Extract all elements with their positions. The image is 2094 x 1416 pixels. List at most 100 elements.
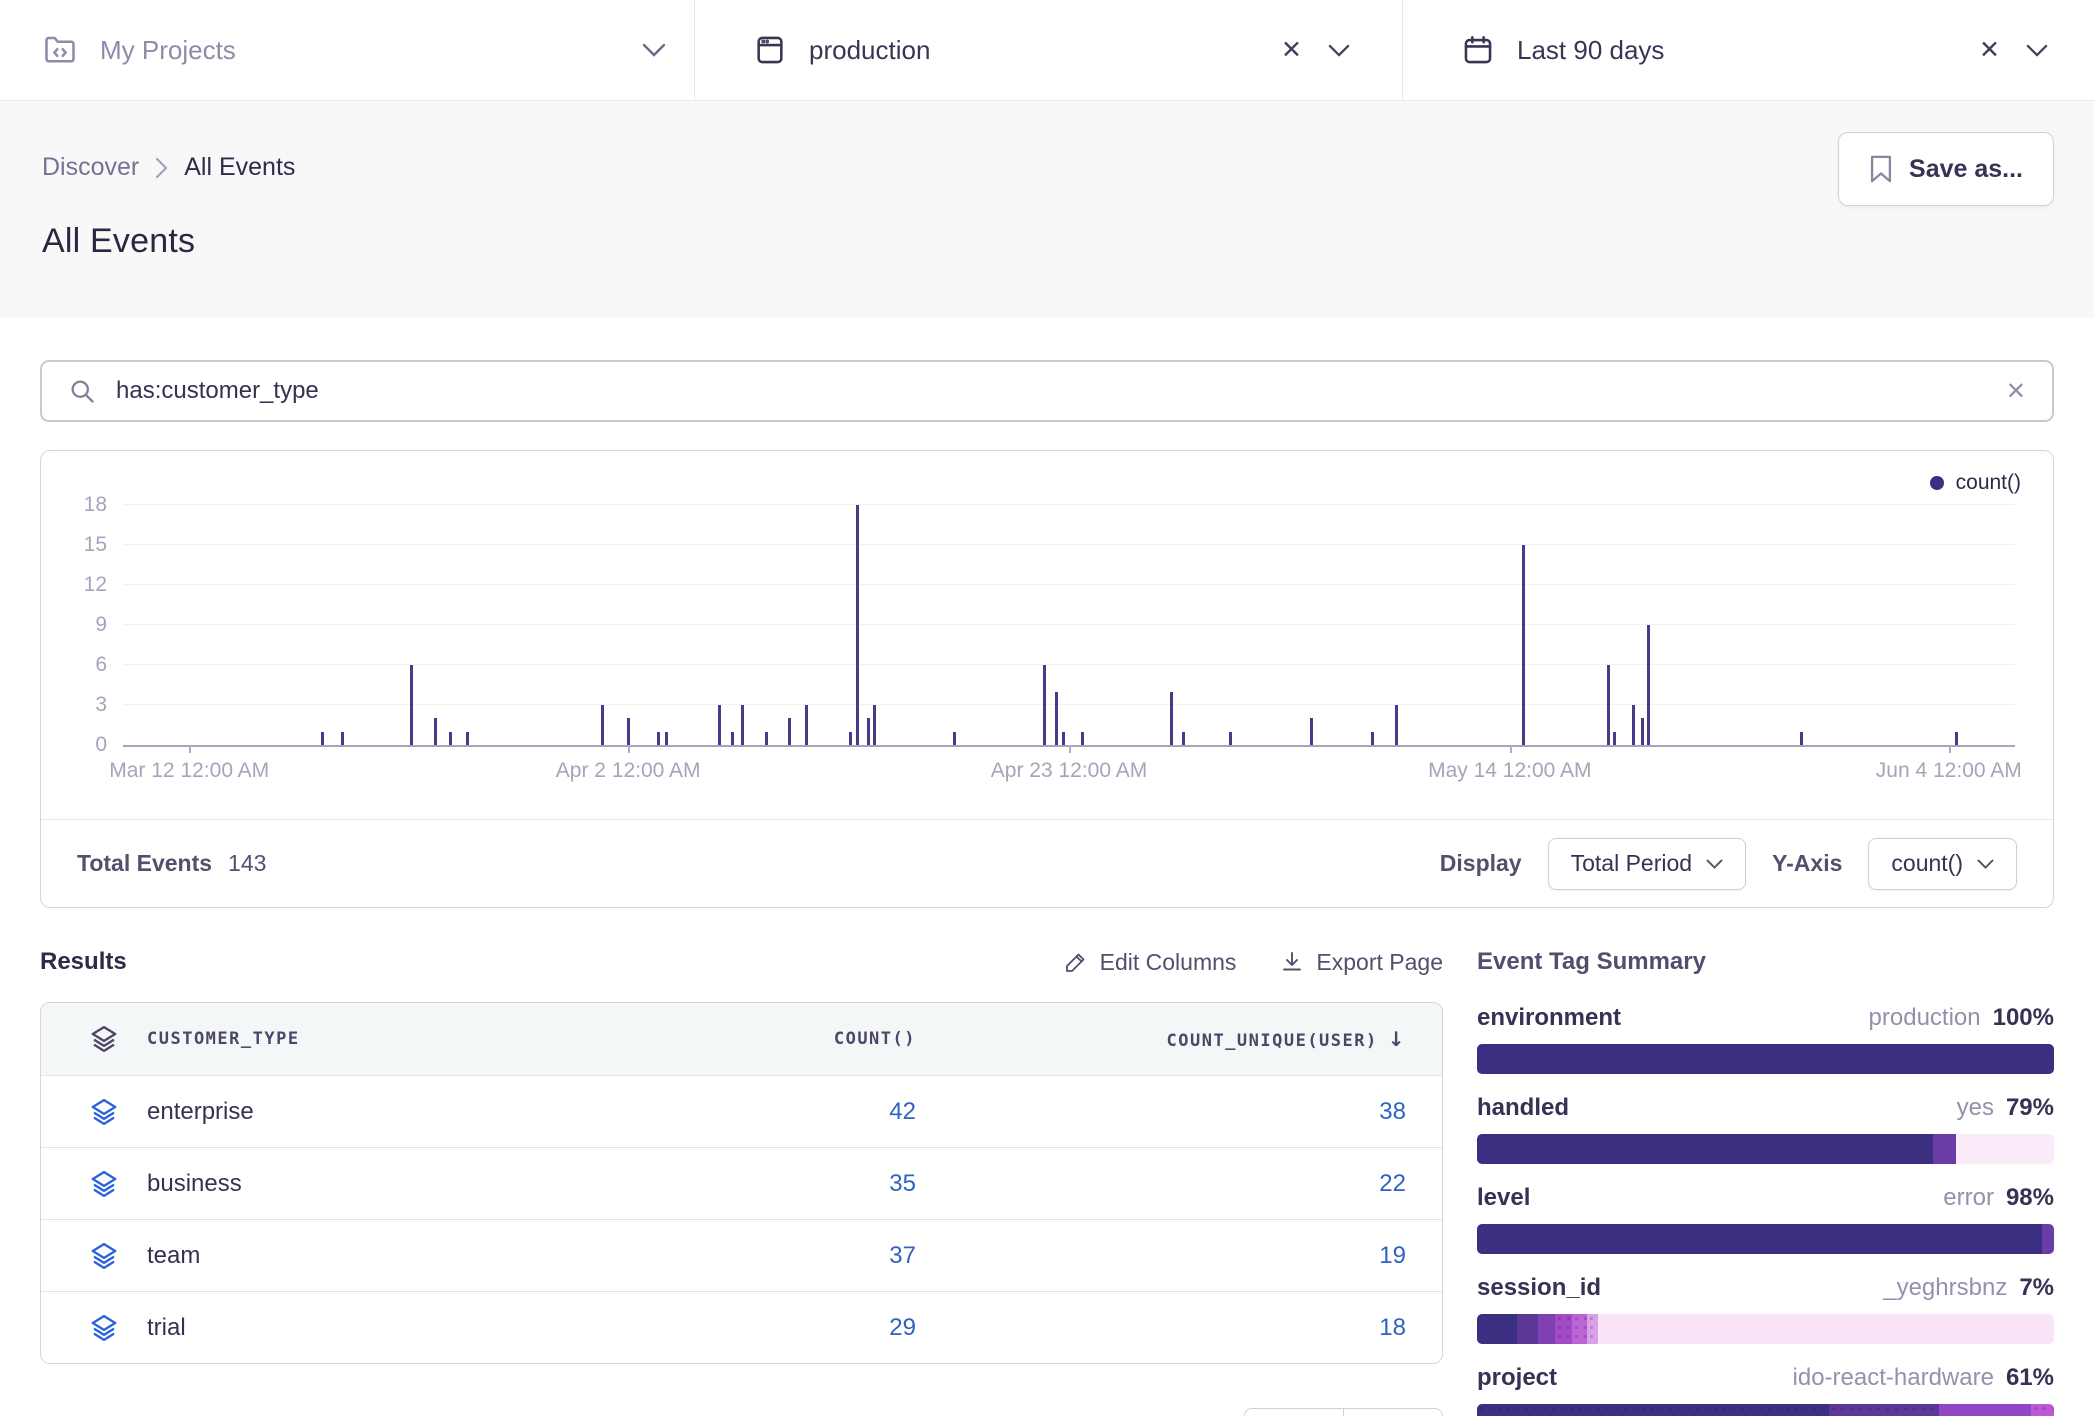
previous-page-button[interactable] bbox=[1244, 1408, 1344, 1416]
results-title: Results bbox=[40, 948, 127, 976]
stack-icon[interactable] bbox=[89, 1169, 119, 1199]
chart-spike bbox=[601, 705, 604, 745]
stack-icon[interactable] bbox=[89, 1097, 119, 1127]
breadcrumb-discover-link[interactable]: Discover bbox=[42, 153, 139, 182]
window-icon bbox=[753, 33, 787, 67]
display-dropdown[interactable]: Total Period bbox=[1548, 838, 1746, 890]
column-header-count-unique[interactable]: COUNT_UNIQUE(USER) ↓ bbox=[916, 1027, 1406, 1051]
daterange-selector[interactable]: Last 90 days ✕ bbox=[1402, 0, 2094, 100]
tag-top-value: _yeghrsbnz bbox=[1883, 1274, 2007, 1302]
tag-summary-title: Event Tag Summary bbox=[1477, 948, 2054, 976]
tag-name: handled bbox=[1477, 1094, 1569, 1122]
column-header-count[interactable]: COUNT() bbox=[666, 1029, 916, 1049]
tag-distribution-bar[interactable] bbox=[1477, 1134, 2054, 1164]
stack-icon[interactable] bbox=[89, 1241, 119, 1271]
project-selector[interactable]: My Projects bbox=[0, 0, 694, 100]
count-unique-link[interactable]: 18 bbox=[916, 1314, 1406, 1342]
tag-summary-row: session_id_yeghrsbnz7% bbox=[1477, 1274, 2054, 1344]
yaxis-dropdown[interactable]: count() bbox=[1868, 838, 2017, 890]
table-row: enterprise 4238 bbox=[41, 1075, 1442, 1147]
tag-summary-row: environmentproduction100% bbox=[1477, 1004, 2054, 1074]
chart-footer: Total Events 143 Display Total Period Y-… bbox=[41, 819, 2053, 907]
chart-spike bbox=[665, 732, 668, 745]
tag-bar-segment bbox=[1572, 1314, 1586, 1344]
export-page-button[interactable]: Export Page bbox=[1280, 949, 1443, 976]
chevron-right-icon bbox=[155, 157, 168, 179]
pagination bbox=[1244, 1408, 1443, 1416]
sort-desc-icon: ↓ bbox=[1388, 1027, 1406, 1051]
x-axis-tick-label: Apr 2 12:00 AM bbox=[556, 759, 701, 783]
save-as-button[interactable]: Save as... bbox=[1838, 132, 2054, 206]
tag-percentage: 7% bbox=[2019, 1274, 2054, 1302]
tag-header: environmentproduction100% bbox=[1477, 1004, 2054, 1032]
count-unique-link[interactable]: 22 bbox=[916, 1170, 1406, 1198]
tag-percentage: 61% bbox=[2006, 1364, 2054, 1392]
chart-spike bbox=[1607, 665, 1610, 745]
column-header-customer-type[interactable]: CUSTOMER_TYPE bbox=[147, 1029, 300, 1049]
y-axis-tick-label: 15 bbox=[47, 533, 107, 557]
legend-label: count() bbox=[1956, 471, 2021, 495]
edit-columns-button[interactable]: Edit Columns bbox=[1064, 949, 1237, 976]
y-axis-tick-label: 0 bbox=[47, 733, 107, 757]
chevron-down-icon[interactable] bbox=[1328, 44, 1350, 57]
chart-spike bbox=[805, 705, 808, 745]
chart-spike bbox=[1641, 718, 1644, 745]
customer-type-value: enterprise bbox=[147, 1098, 254, 1126]
tag-top-value: error bbox=[1943, 1184, 1994, 1212]
tag-percentage: 98% bbox=[2006, 1184, 2054, 1212]
customer-type-value: business bbox=[147, 1170, 242, 1198]
tag-distribution-bar[interactable] bbox=[1477, 1224, 2054, 1254]
edit-columns-label: Edit Columns bbox=[1100, 949, 1237, 976]
tag-bar-segment bbox=[1933, 1134, 1956, 1164]
events-chart-panel: count() 0369121518Mar 12 12:00 AMApr 2 1… bbox=[40, 450, 2054, 908]
count-unique-link[interactable]: 38 bbox=[916, 1098, 1406, 1126]
tag-distribution-bar[interactable] bbox=[1477, 1044, 2054, 1074]
chevron-down-icon[interactable] bbox=[642, 43, 666, 57]
table-row: business 3522 bbox=[41, 1147, 1442, 1219]
tag-name: project bbox=[1477, 1364, 1557, 1392]
environment-label: production bbox=[809, 35, 930, 66]
tag-distribution-bar[interactable] bbox=[1477, 1314, 2054, 1344]
chevron-down-icon[interactable] bbox=[2026, 44, 2048, 57]
top-navigation-bar: My Projects production ✕ Last 90 days ✕ bbox=[0, 0, 2094, 101]
tag-bar-segment bbox=[1939, 1404, 2031, 1416]
projects-folder-icon bbox=[42, 32, 78, 68]
chart-spike bbox=[466, 732, 469, 745]
next-page-button[interactable] bbox=[1343, 1408, 1443, 1416]
stack-icon[interactable] bbox=[89, 1024, 119, 1054]
display-dropdown-value: Total Period bbox=[1571, 850, 1692, 877]
count-unique-link[interactable]: 19 bbox=[916, 1242, 1406, 1270]
pencil-icon bbox=[1064, 950, 1088, 974]
stack-icon[interactable] bbox=[89, 1313, 119, 1343]
environment-selector[interactable]: production ✕ bbox=[694, 0, 1402, 100]
total-events-value: 143 bbox=[228, 850, 266, 877]
clear-environment-icon[interactable]: ✕ bbox=[1281, 38, 1302, 63]
search-input[interactable] bbox=[116, 377, 1986, 405]
tag-bar-segment bbox=[1555, 1314, 1572, 1344]
page-title: All Events bbox=[42, 222, 2054, 261]
search-clear-icon[interactable]: ✕ bbox=[2006, 377, 2026, 406]
y-axis-tick-label: 18 bbox=[47, 493, 107, 517]
count-link[interactable]: 29 bbox=[666, 1314, 916, 1342]
count-link[interactable]: 37 bbox=[666, 1242, 916, 1270]
yaxis-dropdown-value: count() bbox=[1891, 850, 1963, 877]
chart-spike bbox=[741, 705, 744, 745]
clear-daterange-icon[interactable]: ✕ bbox=[1979, 38, 2000, 63]
chart-spike bbox=[1371, 732, 1374, 745]
gridline bbox=[123, 504, 2015, 505]
count-link[interactable]: 35 bbox=[666, 1170, 916, 1198]
x-axis-tick-label: Apr 23 12:00 AM bbox=[991, 759, 1147, 783]
chart-spike bbox=[657, 732, 660, 745]
count-link[interactable]: 42 bbox=[666, 1098, 916, 1126]
x-axis-tick bbox=[1510, 745, 1512, 753]
chart-spike bbox=[1522, 545, 1525, 745]
event-tag-summary: Event Tag Summary environmentproduction1… bbox=[1477, 948, 2054, 1416]
count-unique-label: COUNT_UNIQUE(USER) bbox=[1167, 1031, 1378, 1051]
x-axis-tick-label: Jun 4 12:00 AM bbox=[1876, 759, 2022, 783]
tag-header: handledyes79% bbox=[1477, 1094, 2054, 1122]
chart-spike bbox=[731, 732, 734, 745]
chart-spike bbox=[1800, 732, 1803, 745]
tag-distribution-bar[interactable] bbox=[1477, 1404, 2054, 1416]
chevron-down-icon bbox=[1977, 859, 1994, 869]
table-row: team3719 bbox=[41, 1219, 1442, 1291]
